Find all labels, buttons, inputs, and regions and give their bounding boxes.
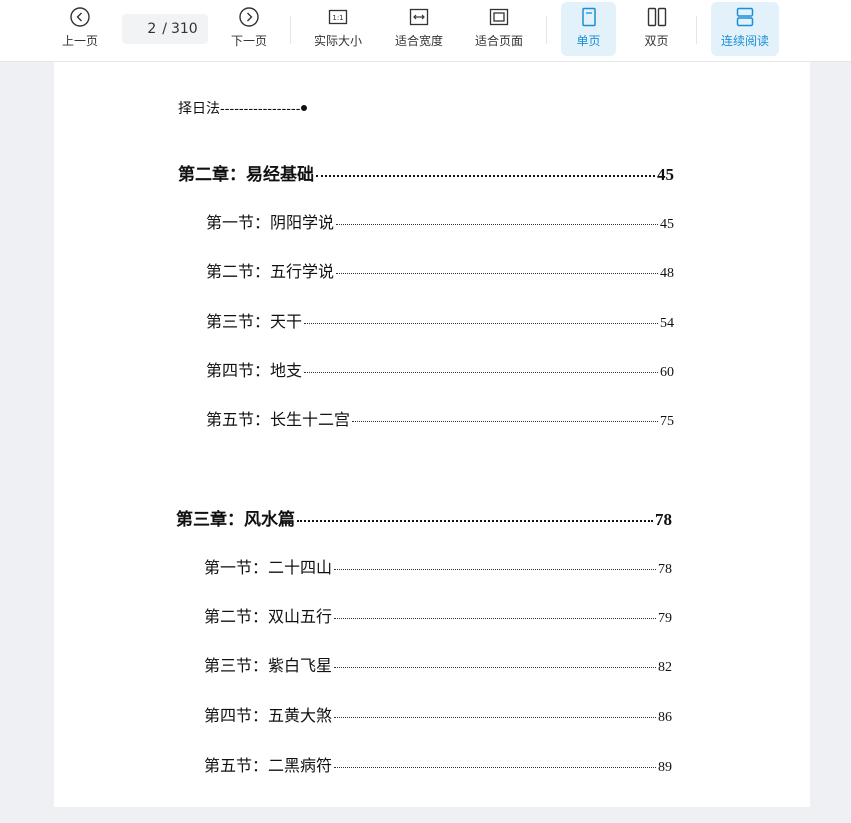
continuous-reading-icon	[736, 7, 754, 27]
toc-leader	[352, 421, 658, 422]
page-number-input[interactable]	[132, 21, 157, 37]
next-page-label: 下一页	[230, 34, 267, 48]
total-pages: 310	[170, 21, 198, 37]
fit-width-label: 适合宽度	[394, 34, 443, 48]
toc-page-number: 45	[660, 217, 674, 232]
toc-page-number: 89	[658, 760, 672, 775]
toc-page-number: 75	[660, 414, 674, 429]
actual-size-icon: 1:1	[328, 9, 348, 25]
toc-section-title: 第三节：紫白飞星	[204, 656, 333, 675]
toc-page-number: 45	[657, 165, 674, 184]
toc-leader	[334, 767, 656, 768]
actual-size-button[interactable]: 1:1 实际大小	[306, 2, 370, 56]
fit-width-button[interactable]: 适合宽度	[386, 2, 452, 56]
toc-page-number: 86	[658, 710, 672, 725]
toc-section-row[interactable]: 第三节：天干 54	[206, 308, 674, 332]
viewer-background-strip	[0, 807, 851, 823]
toolbar-divider	[290, 16, 291, 44]
toc-page-number: 78	[658, 562, 672, 577]
single-page-label: 单页	[576, 34, 601, 48]
toc-section-row[interactable]: 第二节：五行学说 48	[206, 258, 674, 282]
toc-page-number: 54	[660, 316, 674, 331]
fit-page-icon	[489, 8, 509, 26]
toc-page-number: 82	[658, 660, 672, 675]
toc-section-title: 第一节：阴阳学说	[206, 213, 335, 232]
continuous-reading-label: 连续阅读	[720, 34, 769, 48]
toc-section-title: 第四节：五黄大煞	[204, 706, 333, 725]
toc-section-title: 第一节：二十四山	[204, 558, 333, 577]
toc-section-row[interactable]: 第二节：双山五行 79	[204, 603, 672, 627]
toc-page-number: 60	[660, 365, 674, 380]
chevron-left-circle-icon	[70, 7, 90, 27]
actual-size-label: 实际大小	[313, 34, 362, 48]
toc-section-title: 第二节：五行学说	[206, 262, 335, 281]
document-page: 择日法 ----------------- 第二章：易经基础 45 第一节：阴阳…	[54, 62, 810, 807]
toc-first-line-title: 择日法	[178, 101, 220, 117]
next-page-button[interactable]: 下一页	[221, 2, 277, 56]
toc-section-row[interactable]: 第一节：二十四山 78	[204, 554, 672, 578]
double-page-button[interactable]: 双页	[629, 2, 684, 56]
fit-page-label: 适合页面	[474, 34, 523, 48]
fit-page-button[interactable]: 适合页面	[466, 2, 532, 56]
toolbar-divider	[546, 16, 547, 44]
toc-chapter-row[interactable]: 第二章：易经基础 45	[178, 160, 674, 185]
toc-page-number: 48	[660, 266, 674, 281]
toc-section-row[interactable]: 第四节：五黄大煞 86	[204, 702, 672, 726]
bullet-dot-icon	[301, 105, 308, 111]
toc-page-number: 79	[658, 611, 672, 626]
continuous-reading-button[interactable]: 连续阅读	[711, 2, 779, 56]
toc-first-line: 择日法 -----------------	[178, 98, 308, 118]
toc-section-row[interactable]: 第四节：地支 60	[206, 357, 674, 381]
page-separator: /	[162, 21, 167, 37]
toc-page-number: 78	[655, 510, 672, 529]
toc-section-title: 第三节：天干	[206, 312, 303, 331]
toc-section-title: 第二节：双山五行	[204, 607, 333, 626]
toc-leader	[316, 175, 655, 177]
page-indicator: / 310	[122, 14, 208, 44]
prev-page-label: 上一页	[61, 34, 98, 48]
double-page-icon	[647, 7, 666, 27]
toc-section-row[interactable]: 第五节：二黑病符 89	[204, 752, 672, 776]
chevron-right-circle-icon	[239, 7, 259, 27]
toc-section-title: 第五节：长生十二宫	[206, 410, 351, 429]
toc-section-title: 第四节：地支	[206, 361, 303, 380]
single-page-icon	[581, 7, 596, 27]
double-page-label: 双页	[644, 34, 669, 48]
toc-leader	[334, 618, 656, 619]
toc-leader	[334, 667, 656, 668]
toolbar: 上一页 / 310 下一页 1:1 实际大小 适合宽度	[0, 0, 851, 62]
toc-chapter-title: 第三章：风水篇	[176, 510, 295, 530]
toc-leader	[336, 273, 658, 274]
toc-section-title: 第五节：二黑病符	[204, 756, 333, 775]
prev-page-button[interactable]: 上一页	[52, 2, 108, 56]
toc-section-row[interactable]: 第一节：阴阳学说 45	[206, 209, 674, 233]
toc-leader	[297, 520, 653, 522]
toc-leader	[334, 569, 656, 570]
toc-chapter-row[interactable]: 第三章：风水篇 78	[176, 505, 672, 530]
toc-leader	[304, 323, 658, 324]
toc-first-line-dashes: -----------------	[220, 101, 301, 117]
toc-leader	[304, 372, 658, 373]
actual-size-glyph: 1:1	[332, 14, 343, 22]
toc-chapter-title: 第二章：易经基础	[178, 165, 314, 185]
toc-section-row[interactable]: 第三节：紫白飞星 82	[204, 652, 672, 676]
toc-leader	[336, 224, 658, 225]
toolbar-divider	[696, 16, 697, 44]
toc-leader	[334, 717, 656, 718]
single-page-button[interactable]: 单页	[561, 2, 616, 56]
fit-width-icon	[409, 8, 429, 26]
toc-section-row[interactable]: 第五节：长生十二宫 75	[206, 406, 674, 430]
